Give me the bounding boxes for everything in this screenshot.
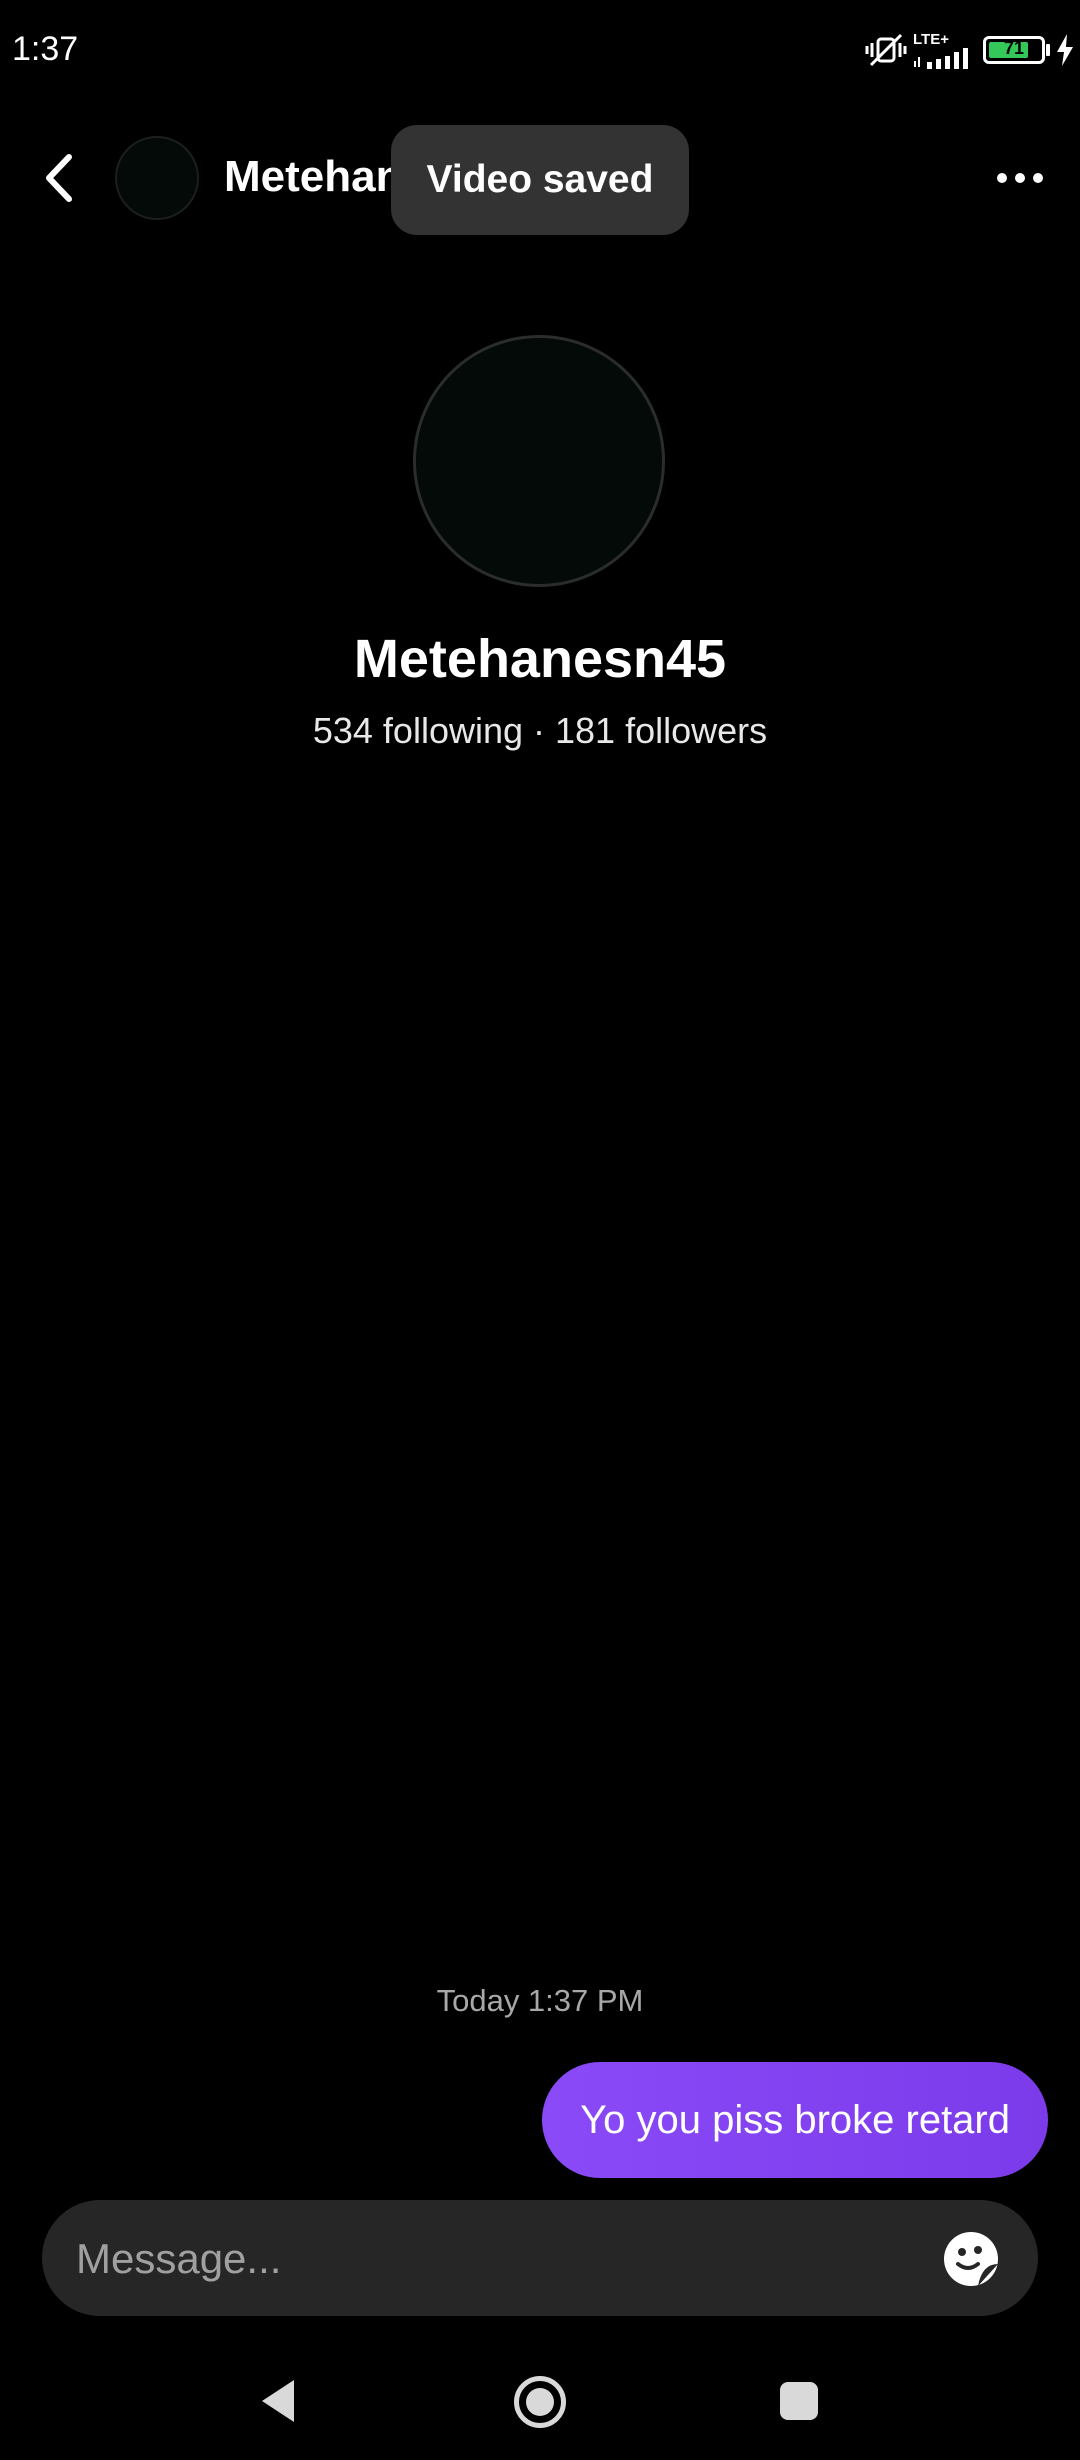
signal-icon: LTE+	[913, 32, 977, 69]
message-text: Yo you piss broke retard	[580, 2097, 1010, 2142]
profile-avatar[interactable]	[413, 335, 665, 587]
vibrate-mute-icon	[865, 33, 907, 67]
profile-stats: 534 following · 181 followers	[312, 710, 768, 751]
nav-back-icon[interactable]	[258, 2378, 298, 2424]
nav-recents-icon[interactable]	[780, 2382, 818, 2420]
video-saved-toast: Video saved	[391, 125, 689, 235]
charging-icon	[1057, 34, 1073, 66]
more-horizontal-icon	[997, 173, 1007, 183]
header-username[interactable]: Metehan	[224, 152, 394, 202]
message-composer	[42, 2200, 1038, 2318]
chevron-left-icon	[46, 154, 72, 202]
more-options-button[interactable]	[988, 152, 1052, 204]
network-type: LTE+	[913, 30, 949, 48]
battery-icon: 71	[983, 36, 1050, 64]
message-input[interactable]	[74, 2200, 878, 2318]
profile-username[interactable]: Metehanesn45	[0, 628, 1080, 690]
header-avatar[interactable]	[115, 136, 199, 220]
back-button[interactable]	[30, 150, 86, 206]
battery-level: 71	[1003, 38, 1025, 58]
message-timestamp: Today 1:37 PM	[436, 1983, 644, 2018]
status-time: 1:37	[12, 30, 79, 68]
system-nav-bar	[0, 2360, 1080, 2440]
status-icons: LTE+ 71	[865, 28, 1074, 72]
sticker-icon[interactable]	[942, 2230, 1000, 2288]
nav-home-icon[interactable]	[514, 2376, 566, 2428]
sent-message-bubble[interactable]: Yo you piss broke retard	[542, 2062, 1048, 2178]
